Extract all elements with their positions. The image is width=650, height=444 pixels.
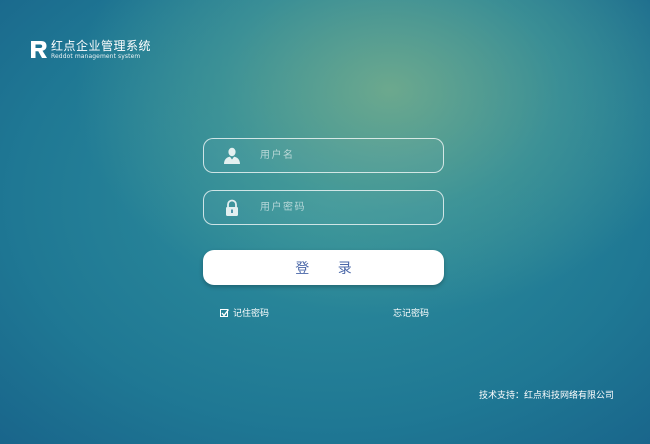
app-subtitle: Reddot management system — [51, 53, 141, 60]
username-field[interactable] — [203, 138, 444, 173]
password-input[interactable] — [260, 191, 430, 224]
remember-label: 记住密码 — [233, 309, 270, 319]
remember-password[interactable]: 记住密码 — [220, 306, 269, 319]
remember-checkbox[interactable] — [220, 308, 230, 317]
app-title: 红点企业管理系统 — [51, 39, 152, 53]
password-field[interactable] — [203, 190, 444, 225]
logo-mark-icon — [30, 40, 48, 59]
forgot-password-link[interactable]: 忘记密码 — [393, 306, 429, 319]
checkmark-icon — [221, 308, 230, 317]
user-icon — [223, 147, 241, 165]
footer-credit: 技术支持：红点科技网络有限公司 — [479, 391, 615, 401]
brand-logo: 红点企业管理系统 Reddot management system — [30, 40, 151, 60]
login-button[interactable]: 登 录 — [203, 250, 444, 285]
username-input[interactable] — [260, 139, 430, 172]
brand-text: 红点企业管理系统 Reddot management system — [51, 39, 152, 61]
login-page: 红点企业管理系统 Reddot management system 登 录 — [0, 0, 650, 444]
lock-icon — [223, 199, 241, 217]
